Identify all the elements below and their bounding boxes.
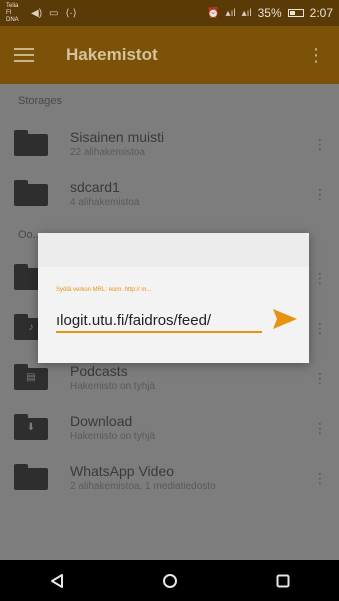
download-folder-icon: ⬇: [14, 414, 48, 440]
alarm-icon: ⏰: [207, 7, 220, 19]
row-subtitle: 4 alihakemistoa: [70, 196, 140, 208]
status-bar: Telia FI DNA ◀) ▭ ⟨·⟩ ⏰ ▴ıl ▴ıl 35% 2:07: [0, 0, 339, 26]
hamburger-icon[interactable]: [14, 48, 34, 62]
folder-item[interactable]: ⬇ Download Hakemisto on tyhjä ⋮: [0, 402, 339, 452]
signal-icon-2: ▴ıl: [241, 7, 252, 19]
row-title: Podcasts: [70, 362, 128, 379]
row-more-icon[interactable]: ⋮: [313, 186, 327, 203]
row-more-icon[interactable]: ⋮: [313, 370, 327, 387]
row-text: sdcard1 4 alihakemistoa: [70, 179, 139, 208]
status-right: ⏰ ▴ıl ▴ıl 35% 2:07: [207, 6, 333, 20]
row-subtitle: Hakemisto on tyhjä: [70, 430, 156, 442]
folder-icon: [14, 464, 48, 490]
storage-item[interactable]: sdcard1 4 alihakemistoa ⋮: [0, 168, 339, 218]
app-bar: Hakemistot ⋮: [0, 26, 339, 84]
back-icon: [50, 573, 63, 588]
row-more-icon[interactable]: ⋮: [313, 420, 327, 437]
signal-icon: ▴ıl: [225, 7, 236, 19]
carrier-label: Telia FI DNA: [6, 2, 19, 23]
clock: 2:07: [309, 6, 333, 20]
row-text: Podcasts Hakemisto on tyhjä: [70, 363, 155, 392]
navigation-bar: [0, 560, 339, 601]
send-icon[interactable]: [272, 307, 298, 331]
row-text: Sisainen muisti 22 alihakemistoa: [70, 129, 164, 158]
row-subtitle: 22 alihakemistoa: [70, 146, 146, 158]
folder-icon: [14, 180, 48, 206]
row-subtitle: 2 alihakemistoa, 1 mediatiedosto: [70, 480, 216, 492]
row-text: WhatsApp Video 2 alihakemistoa, 1 mediat…: [70, 463, 216, 492]
row-subtitle: Hakemisto on tyhjä: [70, 380, 156, 392]
recents-icon: [276, 574, 289, 587]
folder-icon: [14, 130, 48, 156]
row-text: Download Hakemisto on tyhjä: [70, 413, 155, 442]
vibrate-icon: ◀): [31, 7, 43, 19]
row-title: Sisainen muisti: [70, 128, 165, 145]
battery-icon: [287, 9, 304, 17]
dialog-header: [38, 233, 309, 267]
row-title: Download: [70, 412, 133, 429]
dialog-hint: Syötä verkon MRL: esim. http:// m...: [56, 287, 152, 293]
row-title: WhatsApp Video: [70, 462, 175, 479]
more-vert-icon[interactable]: ⋮: [307, 45, 325, 66]
battery-text: 35%: [257, 6, 282, 20]
home-icon: [162, 573, 177, 588]
row-more-icon[interactable]: ⋮: [313, 470, 327, 487]
row-more-icon[interactable]: ⋮: [313, 136, 327, 153]
back-button[interactable]: [37, 566, 77, 596]
recents-button[interactable]: [263, 566, 303, 596]
folder-item[interactable]: WhatsApp Video 2 alihakemistoa, 1 mediat…: [0, 452, 339, 502]
image-icon: ▭: [49, 7, 59, 19]
app-title: Hakemistot: [66, 45, 158, 64]
row-more-icon[interactable]: ⋮: [313, 320, 327, 337]
status-left: Telia FI DNA ◀) ▭ ⟨·⟩: [6, 3, 77, 24]
url-input[interactable]: [56, 309, 262, 333]
network-stream-dialog: Syötä verkon MRL: esim. http:// m...: [38, 233, 309, 363]
podcast-folder-icon: ▤: [14, 364, 48, 390]
home-button[interactable]: [150, 566, 190, 596]
wifi-direct-icon: ⟨·⟩: [65, 7, 77, 19]
row-more-icon[interactable]: ⋮: [313, 270, 327, 287]
section-storages: Storages: [18, 95, 63, 107]
row-title: sdcard1: [70, 178, 120, 195]
storage-item[interactable]: Sisainen muisti 22 alihakemistoa ⋮: [0, 118, 339, 168]
